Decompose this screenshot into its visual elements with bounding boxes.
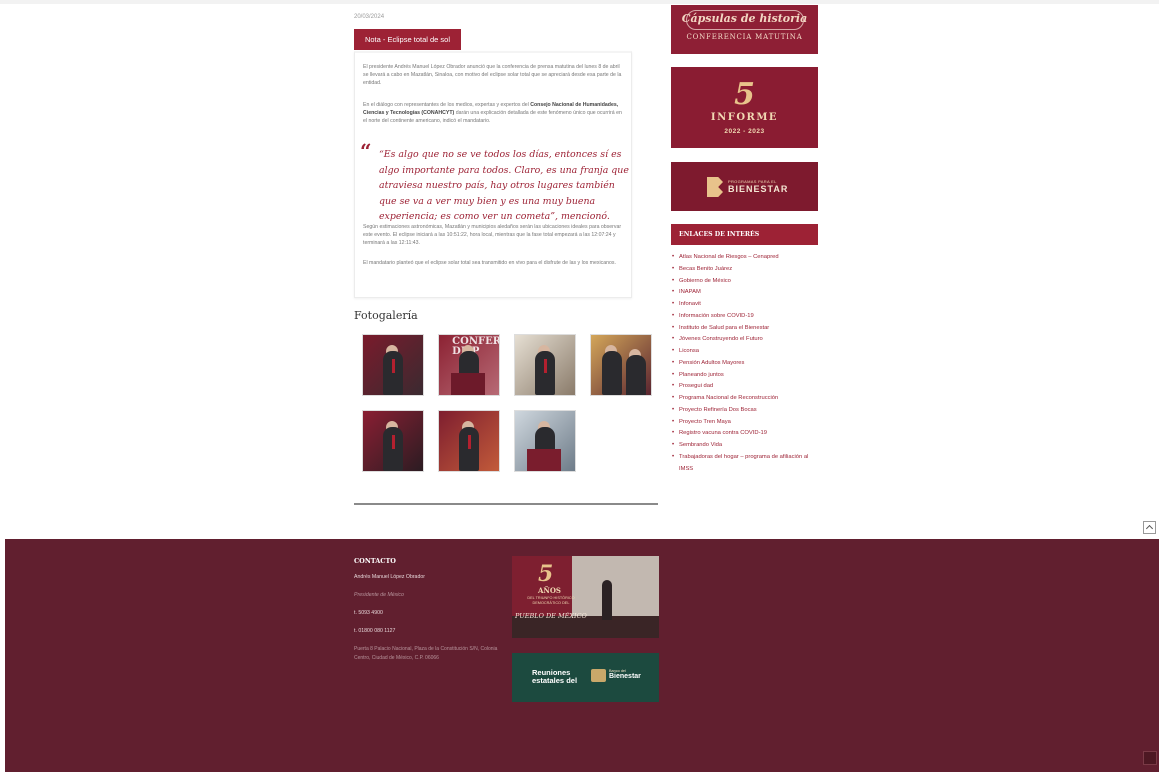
link-item[interactable]: Atlas Nacional de Riesgos – Cenapred — [671, 252, 821, 264]
link-item[interactable]: Instituto de Salud para el Bienestar — [671, 323, 821, 335]
links-list: Atlas Nacional de Riesgos – Cenapred Bec… — [671, 252, 821, 475]
bienestar-logo-icon — [707, 177, 723, 197]
contact-title: CONTACTO — [354, 557, 396, 565]
article-paragraph-3: Según estimaciones astronómicas, Mazatlá… — [363, 224, 622, 247]
gallery-photo-1[interactable] — [362, 334, 424, 396]
link-item[interactable]: Información sobre COVID-19 — [671, 311, 821, 323]
link-item[interactable]: Trabajadoras del hogar – programa de afi… — [671, 452, 821, 476]
link-item[interactable]: Pensión Adultos Mayores — [671, 358, 821, 370]
gallery-photo-3[interactable] — [514, 334, 576, 396]
gallery-photo-4[interactable] — [590, 334, 652, 396]
site-footer: CONTACTO Andrés Manuel López Obrador Pre… — [5, 539, 1159, 772]
contact-role: Presidente de México — [354, 592, 404, 598]
quote-mark-icon: “ — [360, 139, 372, 163]
bienestar-logo-icon — [591, 669, 606, 682]
link-item[interactable]: Infonavit — [671, 299, 821, 311]
link-item[interactable]: Programa Nacional de Reconstrucción — [671, 393, 821, 405]
links-heading: ENLACES DE INTERÉS — [671, 224, 818, 245]
chevron-up-icon — [1145, 524, 1154, 533]
reuniones-bienestar-banner[interactable]: Reuniones estatales del Banco del Bienes… — [512, 653, 659, 702]
gallery-photo-5[interactable] — [362, 410, 424, 472]
link-item[interactable]: Proyecto Tren Maya — [671, 417, 821, 429]
link-item[interactable]: Becas Benito Juárez — [671, 264, 821, 276]
contact-phone-2[interactable]: t. 01800 080 1127 — [354, 628, 395, 634]
article-paragraph-1: El presidente Andrés Manuel López Obrado… — [363, 64, 622, 87]
capsulas-historia-banner[interactable]: Cápsulas de historia CONFERENCIA MATUTIN… — [671, 5, 818, 54]
gallery-title: Fotogalería — [354, 309, 418, 322]
article-paragraph-2: En el diálogo con representantes de los … — [363, 102, 622, 125]
cinco-anos-banner[interactable]: 5 AÑOS DEL TRIUNFO HISTÓRICO DEMOCRÁTICO… — [512, 556, 659, 638]
contact-address: Puerta 8 Palacio Nacional, Plaza de la C… — [354, 646, 498, 661]
link-item[interactable]: Sembrando Vida — [671, 440, 821, 452]
link-item[interactable]: Registro vacuna contra COVID-19 — [671, 428, 821, 440]
top-border — [0, 0, 1159, 4]
article-quote: “Es algo que no se ve todos los días, en… — [379, 149, 629, 223]
link-item[interactable]: Gobierno de México — [671, 276, 821, 288]
footer-corner-button[interactable] — [1143, 751, 1157, 765]
gallery-photo-2[interactable]: CONFER DE P — [438, 334, 500, 396]
contact-name: Andrés Manuel López Obrador — [354, 574, 425, 580]
link-item[interactable]: Planeando juntos — [671, 370, 821, 382]
article-paragraph-4: El mandatario planteó que el eclipse sol… — [363, 260, 616, 266]
link-item[interactable]: Jóvenes Construyendo el Futuro — [671, 334, 821, 346]
article-card: El presidente Andrés Manuel López Obrado… — [354, 51, 632, 298]
quinto-informe-banner[interactable]: 5 INFORME 2022 - 2023 — [671, 67, 818, 148]
link-item[interactable]: Liconsa — [671, 346, 821, 358]
scroll-to-top-button[interactable] — [1143, 521, 1156, 534]
note-tab[interactable]: Nota - Eclipse total de sol — [354, 29, 461, 50]
link-item[interactable]: Prosegui dad — [671, 381, 821, 393]
link-item[interactable]: INAPAM — [671, 287, 821, 299]
programas-bienestar-banner[interactable]: PROGRAMAS PARA EL BIENESTAR — [671, 162, 818, 211]
contact-phone-1[interactable]: t. 5093 4900 — [354, 610, 383, 616]
gallery-photo-6[interactable] — [438, 410, 500, 472]
link-item[interactable]: Proyecto Refinería Dos Bocas — [671, 405, 821, 417]
content-divider — [354, 503, 658, 505]
gallery-photo-7[interactable] — [514, 410, 576, 472]
article-date: 20/03/2024 — [354, 14, 385, 20]
